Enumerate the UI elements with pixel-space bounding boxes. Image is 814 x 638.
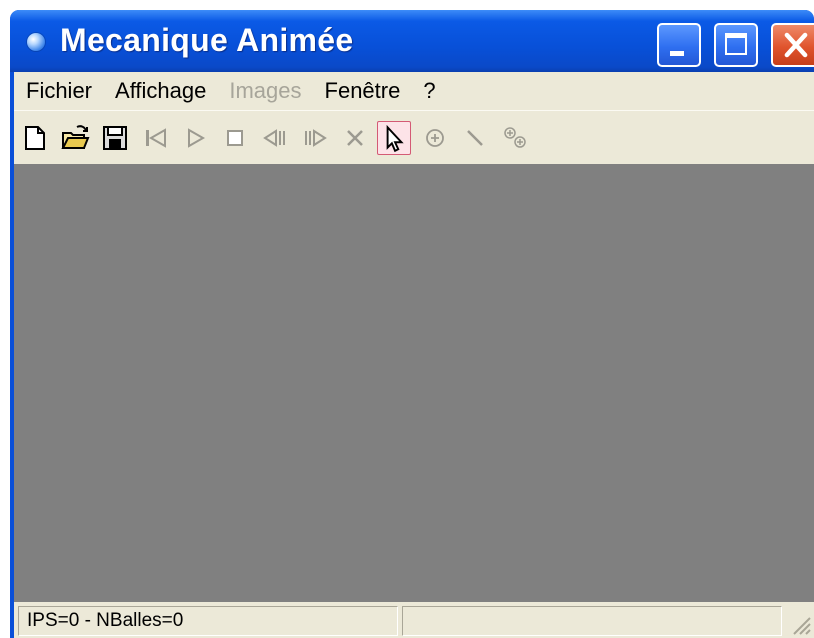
- draw-line-icon: [467, 130, 483, 146]
- menu-bar: Fichier Affichage Images Fenêtre ?: [14, 72, 814, 111]
- step-back-button[interactable]: [260, 123, 290, 153]
- select-pointer-icon: [386, 124, 404, 153]
- close-icon: [784, 32, 808, 58]
- save-button[interactable]: [100, 123, 130, 153]
- menu-images[interactable]: Images: [217, 72, 312, 110]
- play-icon: [188, 128, 206, 148]
- client-area: Fichier Affichage Images Fenêtre ? IPS=0…: [14, 72, 814, 638]
- skip-to-start-icon: [146, 128, 166, 148]
- status-bar: IPS=0 - NBalles=0: [14, 602, 814, 638]
- delete-button[interactable]: [340, 123, 370, 153]
- minimize-button[interactable]: [657, 23, 701, 67]
- add-ball-icon: [426, 129, 444, 147]
- simulation-canvas[interactable]: [14, 164, 814, 602]
- new-document-icon: [25, 126, 45, 150]
- app-icon[interactable]: [27, 33, 45, 51]
- minimize-icon: [670, 51, 684, 56]
- stop-icon: [227, 130, 243, 146]
- resize-grip-icon[interactable]: [786, 610, 812, 636]
- stop-button[interactable]: [220, 123, 250, 153]
- open-button[interactable]: [60, 123, 90, 153]
- add-linked-balls-icon: [504, 127, 526, 148]
- save-disk-icon: [103, 126, 127, 150]
- menu-affichage[interactable]: Affichage: [103, 72, 217, 110]
- step-forward-icon: [305, 129, 327, 147]
- add-ball-button[interactable]: [420, 123, 450, 153]
- open-folder-icon: [61, 125, 90, 149]
- delete-icon: [347, 130, 363, 146]
- add-linked-balls-button[interactable]: [500, 123, 530, 153]
- play-button[interactable]: [180, 123, 210, 153]
- close-button[interactable]: [771, 23, 814, 67]
- title-bar[interactable]: Mecanique Animée: [10, 10, 814, 72]
- status-fps-balls: IPS=0 - NBalles=0: [18, 606, 398, 636]
- maximize-icon: [725, 33, 747, 55]
- rewind-button[interactable]: [140, 123, 170, 153]
- status-pane-2: [402, 606, 782, 636]
- app-window: Mecanique Animée Fichier Affichage Image…: [10, 10, 814, 638]
- menu-fenetre[interactable]: Fenêtre: [313, 72, 412, 110]
- menu-fichier[interactable]: Fichier: [14, 72, 103, 110]
- window-title: Mecanique Animée: [60, 22, 354, 58]
- step-forward-button[interactable]: [300, 123, 330, 153]
- menu-help[interactable]: ?: [411, 72, 446, 110]
- toolbar: [14, 110, 814, 165]
- draw-line-button[interactable]: [460, 123, 490, 153]
- new-button[interactable]: [20, 123, 50, 153]
- select-tool-button[interactable]: [377, 121, 411, 155]
- maximize-button[interactable]: [714, 23, 758, 67]
- step-back-icon: [263, 129, 285, 147]
